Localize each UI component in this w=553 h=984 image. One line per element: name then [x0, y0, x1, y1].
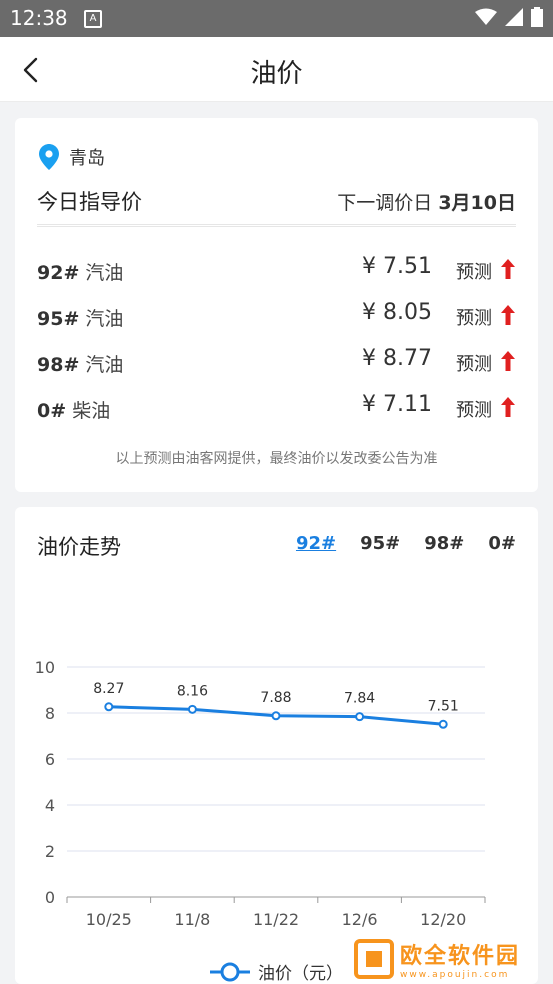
legend-label: 油价（元）: [258, 964, 343, 984]
tab-92[interactable]: 92#: [296, 533, 336, 554]
status-time: 12:38: [10, 6, 68, 30]
watermark-text: 欧全软件园 www.apoujin.com: [400, 938, 520, 980]
x-tick-label: 11/8: [174, 910, 210, 929]
tab-98[interactable]: 98#: [424, 533, 464, 554]
prediction-label: 预测: [456, 400, 492, 421]
fuel-type: 柴油: [72, 400, 111, 422]
next-adjust-value: 3月10日: [438, 192, 516, 214]
up-arrow-icon: [501, 351, 515, 371]
fuel-name: 92# 汽油: [37, 258, 123, 285]
data-label: 7.84: [344, 691, 375, 707]
fuel-type: 汽油: [85, 354, 124, 376]
data-point: [355, 712, 365, 722]
prediction-label: 预测: [456, 262, 492, 283]
page-title: 油价: [250, 59, 303, 89]
data-point: [438, 719, 448, 729]
data-point: [187, 704, 197, 714]
watermark-url: www.apoujin.com: [400, 970, 510, 980]
notification-icon: A: [84, 10, 102, 28]
up-arrow-icon: [501, 259, 515, 279]
up-arrow-icon: [501, 397, 515, 417]
y-tick-label: 6: [45, 750, 55, 769]
x-tick-label: 10/25: [86, 910, 132, 929]
price-line-chart: 0 2 4 6 8 10 10/25 11/8 11/22 12/6 12/20 8.27 8.16 7.…: [35, 658, 486, 929]
prediction-label: 预测: [456, 354, 492, 375]
next-adjust-prefix: 下一调价日: [337, 192, 439, 214]
watermark-logo: 欧全软件园 www.apoujin.com: [354, 937, 549, 981]
data-point: [104, 702, 114, 712]
location-pin-icon: [39, 144, 59, 170]
fuel-grade: 0#: [37, 400, 67, 422]
fuel-price: ¥ 7.11: [362, 392, 432, 417]
prediction-label: 预测: [456, 308, 492, 329]
status-bar: 12:38 A: [0, 0, 553, 37]
fuel-type: 汽油: [85, 308, 124, 330]
x-tick-label: 11/22: [253, 910, 299, 929]
price-trend-card: 油价走势 92# 95# 98# 0# 0 2 4 6 8 10 10/25 11/8 11/2…: [15, 507, 538, 984]
data-label: 8.16: [177, 683, 208, 699]
price-row-92: 92# 汽油 ¥ 7.51 预测: [37, 250, 516, 290]
fuel-price: ¥ 8.05: [362, 300, 432, 325]
city-name: 青岛: [69, 148, 105, 169]
data-label: 7.88: [260, 690, 291, 706]
system-icons: [475, 7, 543, 27]
legend-line-marker-icon: [210, 962, 250, 981]
y-tick-label: 2: [45, 842, 55, 861]
location[interactable]: 青岛: [39, 144, 105, 170]
data-point: [271, 711, 281, 721]
fuel-grade: 95#: [37, 308, 80, 330]
price-row-95: 95# 汽油 ¥ 8.05 预测: [37, 296, 516, 336]
wifi-icon: [475, 8, 497, 25]
guide-label: 今日指导价: [37, 190, 142, 214]
fuel-grade: 92#: [37, 262, 80, 284]
x-tick-label: 12/20: [420, 910, 466, 929]
price-row-0: 0# 柴油 ¥ 7.11 预测: [37, 388, 516, 428]
battery-icon: [531, 7, 543, 27]
trend-title: 油价走势: [37, 535, 121, 559]
watermark-name: 欧全软件园: [400, 944, 521, 969]
fuel-price: ¥ 8.77: [362, 346, 432, 371]
guide-price-card: 青岛 今日指导价 下一调价日 3月10日 92# 汽油 ¥ 7.51 预测 95…: [15, 118, 538, 492]
data-label: 8.27: [93, 681, 124, 697]
fuel-name: 0# 柴油: [37, 396, 110, 423]
tab-95[interactable]: 95#: [360, 533, 400, 554]
cell-signal-icon: [505, 8, 523, 26]
fuel-name: 95# 汽油: [37, 304, 123, 331]
disclaimer-note: 以上预测由油客网提供，最终油价以发改委公告为准: [115, 451, 438, 467]
fuel-type: 汽油: [85, 262, 124, 284]
up-arrow-icon: [501, 305, 515, 325]
fuel-grade: 98#: [37, 354, 80, 376]
app-bar: 油价: [0, 37, 553, 102]
next-adjust-date: 下一调价日 3月10日: [337, 188, 516, 215]
price-row-98: 98# 汽油 ¥ 8.77 预测: [37, 342, 516, 382]
x-tick-label: 12/6: [342, 910, 378, 929]
fuel-name: 98# 汽油: [37, 350, 123, 377]
grade-tabs: 92# 95# 98# 0#: [296, 533, 516, 554]
guide-header: 今日指导价 下一调价日 3月10日: [37, 186, 516, 227]
tab-0[interactable]: 0#: [488, 533, 516, 554]
y-tick-label: 4: [45, 796, 55, 815]
logo-icon: [354, 939, 394, 979]
data-label: 7.51: [428, 698, 459, 714]
y-tick-label: 0: [45, 888, 55, 907]
y-tick-label: 10: [35, 658, 55, 677]
fuel-price: ¥ 7.51: [362, 254, 432, 279]
y-tick-label: 8: [45, 704, 55, 723]
